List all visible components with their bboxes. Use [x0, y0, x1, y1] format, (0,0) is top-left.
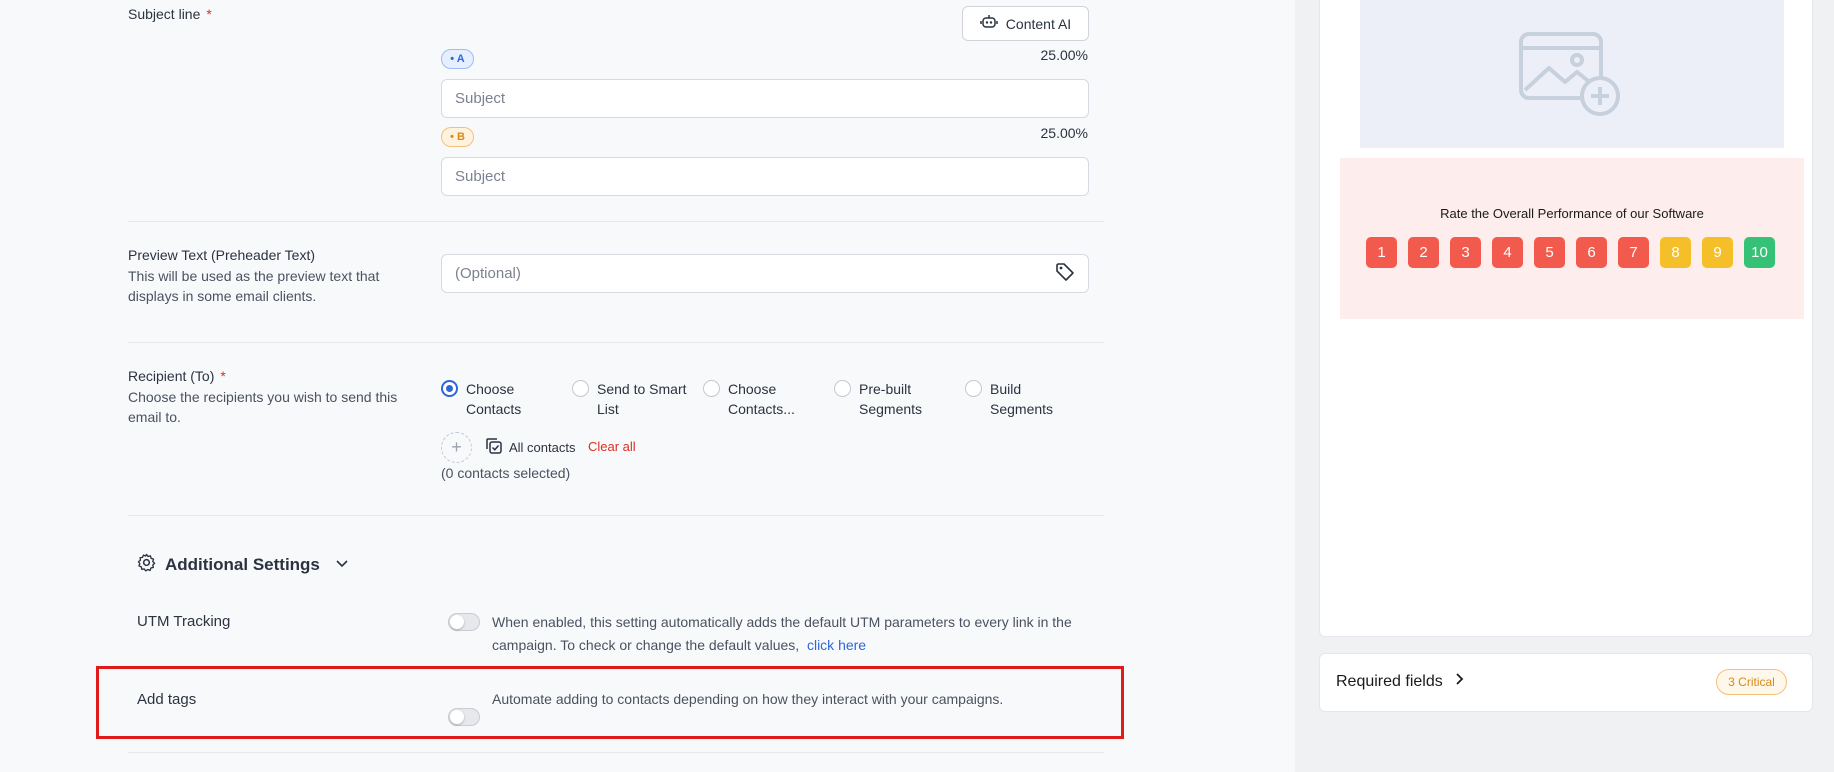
variant-a-percent: 25.00%: [1040, 47, 1088, 63]
radio-dot[interactable]: [965, 380, 982, 397]
rating-button-6[interactable]: 6: [1576, 237, 1607, 268]
rating-title: Rate the Overall Performance of our Soft…: [1440, 206, 1704, 221]
add-tags-toggle[interactable]: [448, 708, 480, 726]
content-ai-button[interactable]: Content AI: [962, 6, 1089, 41]
section-divider: [128, 752, 1104, 753]
radio-choose-contacts-more[interactable]: Choose Contacts...: [703, 379, 818, 419]
required-fields-header[interactable]: Required fields: [1336, 672, 1465, 691]
radio-choose-contacts[interactable]: Choose Contacts: [441, 379, 556, 419]
additional-settings-header[interactable]: Additional Settings: [137, 553, 349, 577]
gear-icon: [137, 553, 156, 577]
tag-icon[interactable]: [1055, 262, 1075, 286]
utm-tracking-toggle[interactable]: [448, 613, 480, 631]
rating-button-10[interactable]: 10: [1744, 237, 1775, 268]
chevron-right-icon: [1453, 672, 1465, 691]
rating-button-4[interactable]: 4: [1492, 237, 1523, 268]
rating-button-5[interactable]: 5: [1534, 237, 1565, 268]
utm-tracking-label: UTM Tracking: [137, 613, 231, 630]
radio-dot-selected[interactable]: [441, 380, 458, 397]
add-tags-label: Add tags: [137, 691, 197, 708]
variant-a-badge: • A: [441, 49, 474, 69]
copy-check-icon: [485, 437, 503, 458]
section-divider: [128, 221, 1104, 222]
rating-button-9[interactable]: 9: [1702, 237, 1733, 268]
recipient-description: Choose the recipients you wish to send t…: [128, 389, 398, 425]
radio-dot[interactable]: [834, 380, 851, 397]
plus-icon: +: [451, 437, 462, 457]
rating-scale: 1 2 3 4 5 6 7 8 9 10: [1366, 237, 1775, 268]
rating-button-8[interactable]: 8: [1660, 237, 1691, 268]
rating-button-3[interactable]: 3: [1450, 237, 1481, 268]
radio-build-segments[interactable]: Build Segments: [965, 379, 1080, 419]
add-contact-button[interactable]: +: [441, 432, 472, 463]
preview-text-description: This will be used as the preview text th…: [128, 268, 380, 304]
preview-text-label: Preview Text (Preheader Text): [128, 247, 316, 263]
robot-icon: [980, 14, 998, 33]
preview-text-input[interactable]: (Optional): [441, 254, 1089, 293]
recipient-label: Recipient (To) *: [128, 368, 226, 384]
required-fields-label: Required fields: [1336, 672, 1443, 690]
contacts-selected-count: (0 contacts selected): [441, 465, 571, 481]
image-placeholder[interactable]: [1360, 0, 1784, 148]
radio-dot[interactable]: [703, 380, 720, 397]
section-divider: [128, 515, 1104, 516]
additional-settings-title: Additional Settings: [165, 555, 320, 574]
subject-a-input[interactable]: Subject: [441, 79, 1089, 118]
add-image-icon: [1517, 24, 1627, 125]
content-ai-label: Content AI: [1005, 15, 1072, 32]
click-here-link[interactable]: click here: [807, 637, 866, 653]
section-divider: [128, 342, 1104, 343]
clear-all-link[interactable]: Clear all: [588, 439, 636, 454]
utm-tracking-description: When enabled, this setting automatically…: [492, 614, 1072, 653]
add-tags-description: Automate adding to contacts depending on…: [492, 691, 1004, 707]
variant-b-percent: 25.00%: [1040, 125, 1088, 141]
variant-b-badge: • B: [441, 127, 474, 147]
rating-button-1[interactable]: 1: [1366, 237, 1397, 268]
radio-pre-built-segments[interactable]: Pre-built Segments: [834, 379, 949, 419]
rating-button-2[interactable]: 2: [1408, 237, 1439, 268]
subject-b-input[interactable]: Subject: [441, 157, 1089, 196]
chevron-down-icon: [335, 555, 349, 575]
subject-line-label: Subject line *: [128, 6, 212, 22]
all-contacts-chip[interactable]: All contacts: [485, 437, 575, 458]
critical-count-badge: 3 Critical: [1716, 669, 1787, 695]
radio-dot[interactable]: [572, 380, 589, 397]
radio-send-to-smart-list[interactable]: Send to Smart List: [572, 379, 687, 419]
rating-button-7[interactable]: 7: [1618, 237, 1649, 268]
